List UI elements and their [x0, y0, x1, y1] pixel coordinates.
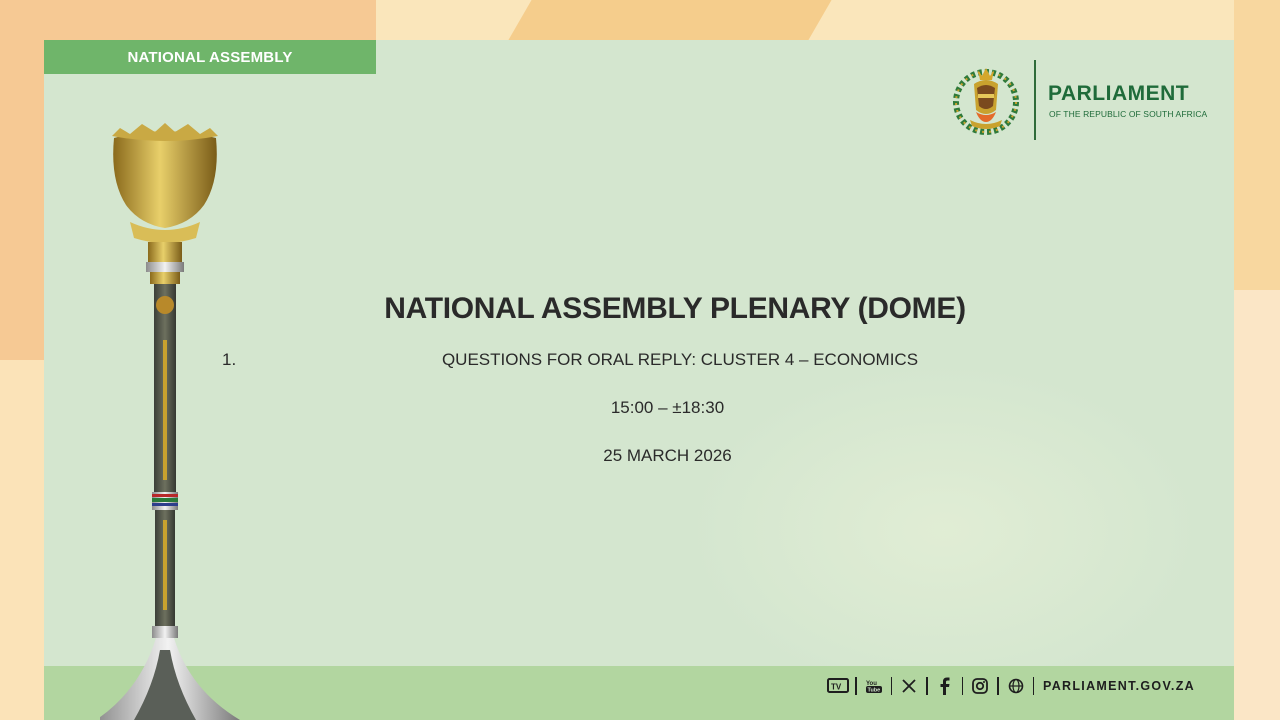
svg-text:Tube: Tube [867, 688, 880, 694]
divider [1032, 677, 1034, 695]
divider [890, 677, 892, 695]
divider [997, 677, 999, 695]
tv-icon[interactable]: TV [826, 675, 850, 697]
svg-text:TV: TV [831, 683, 842, 692]
divider [961, 677, 963, 695]
logo-title: PARLIAMENT [1048, 82, 1190, 105]
agenda-time: 15:00 – ±18:30 [610, 398, 725, 417]
website-link[interactable]: PARLIAMENT.GOV.ZA [1043, 679, 1195, 693]
background-block [508, 0, 832, 40]
agenda-item-text: QUESTIONS FOR ORAL REPLY: CLUSTER 4 – EC… [441, 350, 919, 369]
mace-image [100, 123, 240, 720]
agenda-item-number: 1. [222, 350, 237, 369]
parliament-crest-icon [953, 68, 1019, 135]
parliament-logo: PARLIAMENT OF THE REPUBLIC OF SOUTH AFRI… [948, 60, 1208, 140]
instagram-icon[interactable] [968, 675, 992, 697]
social-links: TV You Tube PARLIAMENT.GOV.ZA [826, 674, 1195, 698]
divider [926, 677, 928, 695]
facebook-icon[interactable] [933, 675, 957, 697]
background-block [1234, 290, 1280, 720]
divider [855, 677, 857, 695]
youtube-icon[interactable]: You Tube [862, 675, 886, 697]
x-icon[interactable] [897, 675, 921, 697]
agenda-date: 25 MARCH 2026 [603, 446, 732, 465]
section-tag: NATIONAL ASSEMBLY [44, 40, 376, 74]
web-icon[interactable] [1004, 675, 1028, 697]
logo-divider [1034, 60, 1036, 140]
page-title: NATIONAL ASSEMBLY PLENARY (DOME) [384, 292, 966, 325]
background-block [0, 360, 44, 720]
logo-subtitle: OF THE REPUBLIC OF SOUTH AFRICA [1049, 109, 1208, 119]
